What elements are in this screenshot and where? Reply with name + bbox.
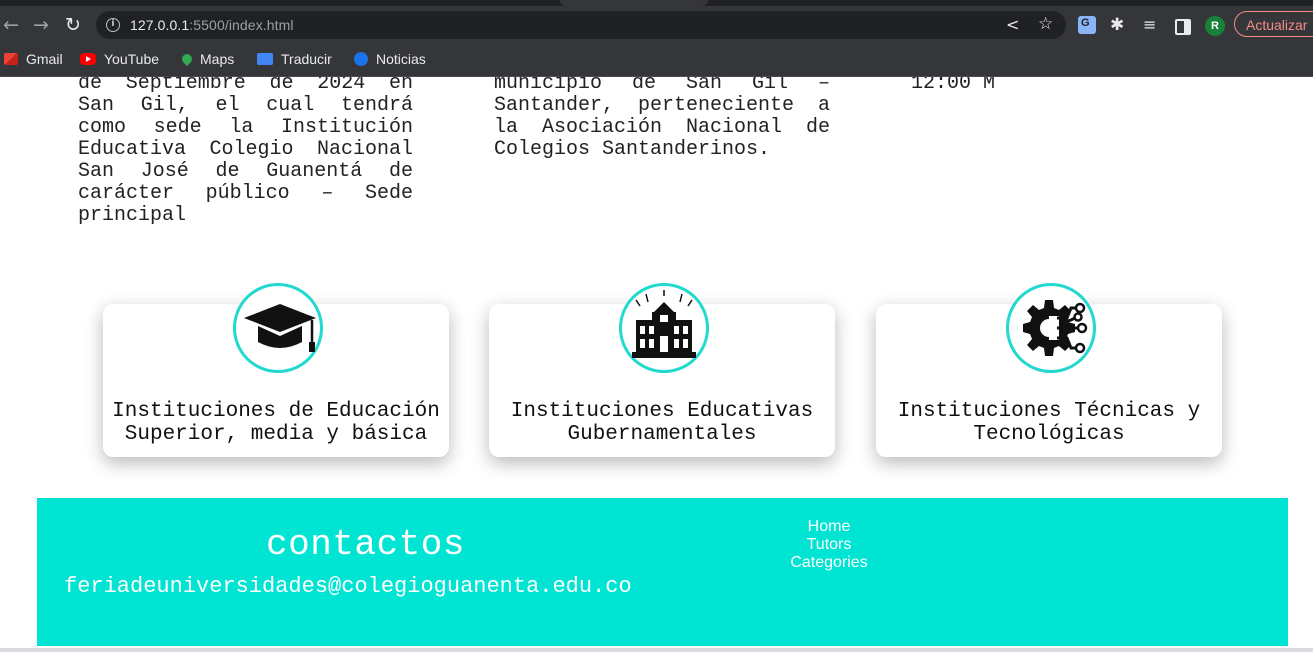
bookmark-label: Gmail (26, 51, 63, 67)
card-badge (233, 283, 323, 373)
footer-link-home[interactable]: Home (789, 518, 869, 536)
bookmark-star-icon[interactable]: ☆ (1038, 14, 1053, 34)
tech-gear-circuit-icon (1023, 300, 1088, 356)
footer-email[interactable]: feriadeuniversidades@colegioguanenta.edu… (64, 574, 632, 599)
bookmark-label: YouTube (104, 51, 160, 67)
footer-link-tutors[interactable]: Tutors (789, 536, 869, 554)
card-technical-institutions[interactable]: Instituciones Técnicas y Tecnológicas (876, 283, 1222, 457)
gmail-icon (4, 53, 18, 66)
side-panel-icon[interactable] (1175, 19, 1191, 35)
youtube-icon (80, 53, 96, 66)
site-info-icon[interactable] (106, 18, 120, 32)
browser-toolbar: ← → ↻ 127.0.0.1:5500/index.html < ☆ ✱ ≡ … (0, 6, 1313, 43)
bookmark-noticias[interactable]: Noticias (354, 50, 426, 68)
footer-link-categories[interactable]: Categories (789, 554, 869, 572)
url-host: 127.0.0.1 (130, 17, 190, 33)
media-playlist-icon[interactable]: ≡ (1143, 16, 1161, 34)
bookmark-traducir[interactable]: Traducir (257, 50, 332, 68)
card-badge (619, 283, 709, 373)
bookmark-label: Maps (200, 51, 235, 67)
reload-icon[interactable]: ↻ (62, 14, 84, 36)
share-icon[interactable]: < (1006, 15, 1019, 34)
bookmark-youtube[interactable]: YouTube (80, 50, 159, 68)
maps-pin-icon (179, 52, 195, 67)
event-time-text: 12:00 M (911, 77, 996, 95)
card-title: Instituciones Técnicas y Tecnológicas (897, 400, 1201, 446)
horizontal-scrollbar[interactable] (0, 648, 1313, 652)
card-title: Instituciones Educativas Gubernamentales (510, 400, 814, 446)
address-bar[interactable]: 127.0.0.1:5500/index.html < ☆ (96, 11, 1066, 39)
translate-favicon-icon (257, 53, 273, 66)
url-text[interactable]: 127.0.0.1:5500/index.html (130, 17, 294, 33)
footer-heading: contactos (266, 524, 465, 565)
event-description-text: de Septiembre de 2024 en San Gil, el cua… (78, 77, 413, 227)
url-path: :5500/index.html (189, 17, 294, 33)
page-content: de Septiembre de 2024 en San Gil, el cua… (0, 77, 1313, 652)
bookmark-label: Traducir (281, 51, 332, 67)
extensions-puzzle-icon[interactable]: ✱ (1110, 16, 1128, 34)
translate-icon[interactable] (1078, 16, 1096, 34)
bookmark-label: Noticias (376, 51, 426, 67)
page-bottom-edge (0, 646, 1313, 652)
card-higher-education[interactable]: Instituciones de Educación Superior, med… (103, 283, 449, 457)
government-building-icon (632, 290, 696, 358)
news-icon (354, 52, 368, 67)
back-arrow-icon[interactable]: ← (0, 14, 22, 36)
bookmark-maps[interactable]: Maps (179, 50, 235, 68)
footer-nav: Home Tutors Categories (789, 518, 869, 572)
profile-avatar[interactable]: R (1205, 16, 1225, 36)
graduation-cap-icon (244, 304, 316, 352)
forward-arrow-icon[interactable]: → (30, 14, 52, 36)
bookmarks-bar: Gmail YouTube Maps Traducir Noticias (0, 43, 1313, 77)
bookmark-gmail[interactable]: Gmail (4, 50, 63, 68)
card-title: Instituciones de Educación Superior, med… (112, 400, 440, 446)
card-government-institutions[interactable]: Instituciones Educativas Gubernamentales (489, 283, 835, 457)
contact-footer: contactos feriadeuniversidades@colegiogu… (37, 498, 1288, 646)
card-badge (1006, 283, 1096, 373)
update-button[interactable]: Actualizar (1234, 11, 1313, 37)
event-location-text: municipio de San Gil – Santander, perten… (494, 77, 830, 161)
